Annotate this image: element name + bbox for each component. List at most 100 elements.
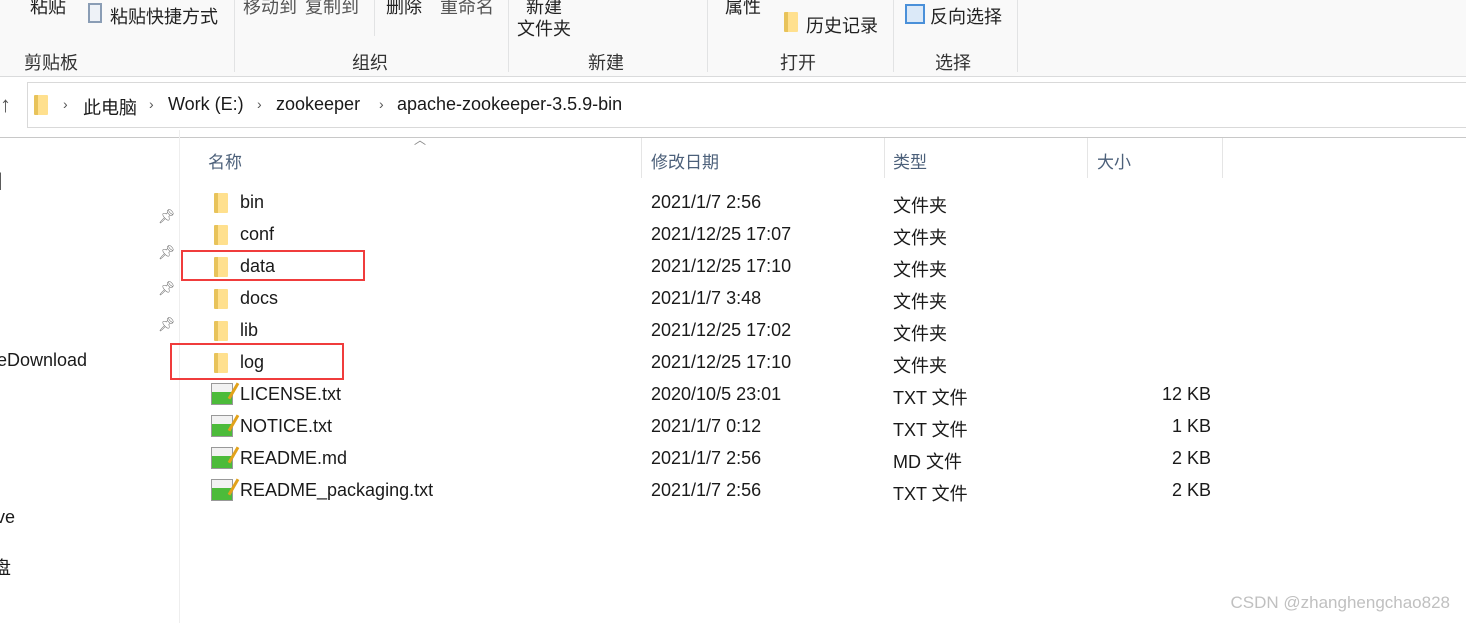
folder-icon: [214, 321, 228, 341]
group-open: 打开: [780, 53, 816, 73]
file-type: 文件夹: [893, 196, 947, 216]
file-size: 2 KB: [1171, 480, 1211, 500]
file-name: bin: [240, 192, 265, 212]
text-file-icon: [211, 479, 233, 501]
navigation-pane: ] 📌︎ 📌︎ 📌︎ 📌︎ eDownload ve 盘: [0, 130, 180, 623]
highlight-box-log: [170, 343, 344, 380]
ribbon: 粘贴 粘贴快捷方式 剪贴板 移动到 复制到 删除 重命名 组织 新建 文件夹 新…: [0, 0, 1466, 77]
file-row[interactable]: README_packaging.txt 2021/1/7 2:56 TXT 文件 2…: [181, 475, 1241, 507]
chevron-right-icon[interactable]: ›: [63, 96, 68, 112]
highlight-box-data: [181, 250, 365, 281]
divider: [707, 0, 708, 72]
pin-icon[interactable]: 📌︎: [158, 208, 176, 224]
sort-ascending-icon: ︿: [414, 133, 427, 147]
divider: [893, 0, 894, 72]
paste-button[interactable]: 粘贴: [30, 0, 66, 19]
file-row[interactable]: docs 2021/1/7 3:48 文件夹: [181, 283, 1241, 315]
folder-icon: [34, 95, 48, 115]
group-select: 选择: [935, 53, 971, 73]
file-type: 文件夹: [893, 324, 947, 344]
chevron-right-icon[interactable]: ›: [149, 96, 154, 112]
properties-button[interactable]: 属性: [725, 0, 761, 19]
file-name: conf: [240, 224, 275, 244]
group-new: 新建: [588, 53, 624, 73]
copy-to-button[interactable]: 复制到: [305, 0, 359, 19]
history-button[interactable]: 历史记录: [806, 12, 878, 38]
file-name: README.md: [240, 448, 348, 468]
divider: [508, 0, 509, 72]
column-header-type[interactable]: 类型: [893, 148, 927, 173]
nav-item[interactable]: 盘: [0, 554, 11, 580]
file-size: 1 KB: [1171, 416, 1211, 436]
breadcrumb-zookeeper[interactable]: zookeeper: [276, 94, 360, 115]
file-date: 2021/12/25 17:07: [651, 224, 792, 244]
file-row[interactable]: NOTICE.txt 2021/1/7 0:12 TXT 文件 1 KB: [181, 411, 1241, 443]
address-bar[interactable]: › 此电脑 › Work (E:) › zookeeper › apache-z…: [27, 82, 1466, 128]
pin-icon[interactable]: 📌︎: [158, 244, 176, 260]
nav-item[interactable]: eDownload: [0, 350, 87, 371]
file-type: TXT 文件: [893, 484, 968, 504]
file-size: 12 KB: [1161, 384, 1211, 404]
file-name: LICENSE.txt: [240, 384, 342, 404]
file-name: README_packaging.txt: [240, 480, 434, 500]
column-divider[interactable]: [1087, 138, 1088, 178]
column-header-name[interactable]: 名称: [208, 148, 242, 173]
invert-selection-icon: [905, 4, 925, 24]
file-type: TXT 文件: [893, 420, 968, 440]
nav-item[interactable]: ve: [0, 507, 15, 528]
group-clipboard: 剪贴板: [24, 53, 78, 73]
file-date: 2021/1/7 3:48: [651, 288, 762, 308]
folder-icon: [214, 225, 228, 245]
invert-selection-button[interactable]: 反向选择: [930, 3, 1002, 29]
divider: [234, 0, 235, 72]
file-row[interactable]: conf 2021/12/25 17:07 文件夹: [181, 219, 1241, 251]
file-size: 2 KB: [1171, 448, 1211, 468]
file-row[interactable]: LICENSE.txt 2020/10/5 23:01 TXT 文件 12 KB: [181, 379, 1241, 411]
rename-button[interactable]: 重命名: [440, 0, 494, 19]
watermark: CSDN @zhanghengchao828: [1230, 593, 1450, 612]
delete-button[interactable]: 删除: [386, 0, 422, 19]
text-file-icon: [211, 383, 233, 405]
file-type: TXT 文件: [893, 388, 968, 408]
file-name: lib: [240, 320, 259, 340]
divider: [374, 0, 375, 36]
folder-icon: [214, 289, 228, 309]
column-header-size[interactable]: 大小: [1097, 148, 1131, 173]
folder-icon: [214, 193, 228, 213]
column-divider[interactable]: [1222, 138, 1223, 178]
new-folder-label[interactable]: 文件夹: [517, 15, 571, 41]
column-divider[interactable]: [884, 138, 885, 178]
file-type: 文件夹: [893, 356, 947, 376]
file-type: MD 文件: [893, 452, 962, 472]
divider: [1017, 0, 1018, 72]
file-date: 2021/1/7 2:56: [651, 448, 762, 468]
file-type: 文件夹: [893, 228, 947, 248]
nav-item[interactable]: ]: [0, 170, 2, 191]
column-header-date[interactable]: 修改日期: [651, 148, 719, 173]
text-file-icon: [211, 447, 233, 469]
pin-icon[interactable]: 📌︎: [158, 280, 176, 296]
chevron-right-icon[interactable]: ›: [257, 96, 262, 112]
history-icon: [784, 12, 798, 32]
file-date: 2020/10/5 23:01: [651, 384, 782, 404]
file-date: 2021/12/25 17:02: [651, 320, 792, 340]
paste-shortcut-button[interactable]: 粘贴快捷方式: [110, 3, 218, 29]
move-to-button[interactable]: 移动到: [243, 0, 297, 19]
column-divider[interactable]: [641, 138, 642, 178]
file-type: 文件夹: [893, 292, 947, 312]
up-arrow-icon[interactable]: ↑: [0, 92, 11, 118]
file-row[interactable]: README.md 2021/1/7 2:56 MD 文件 2 KB: [181, 443, 1241, 475]
breadcrumb-work-drive[interactable]: Work (E:): [168, 94, 244, 115]
pin-icon[interactable]: 📌︎: [158, 316, 176, 332]
text-file-icon: [211, 415, 233, 437]
file-date: 2021/12/25 17:10: [651, 256, 792, 276]
group-organize: 组织: [352, 53, 388, 73]
breadcrumb-current-folder[interactable]: apache-zookeeper-3.5.9-bin: [397, 94, 622, 115]
divider: [0, 137, 1466, 138]
file-date: 2021/12/25 17:10: [651, 352, 792, 372]
file-row[interactable]: bin 2021/1/7 2:56 文件夹: [181, 187, 1241, 219]
file-name: NOTICE.txt: [240, 416, 333, 436]
file-type: 文件夹: [893, 260, 947, 280]
chevron-right-icon[interactable]: ›: [379, 96, 384, 112]
breadcrumb-this-pc[interactable]: 此电脑: [83, 94, 137, 120]
